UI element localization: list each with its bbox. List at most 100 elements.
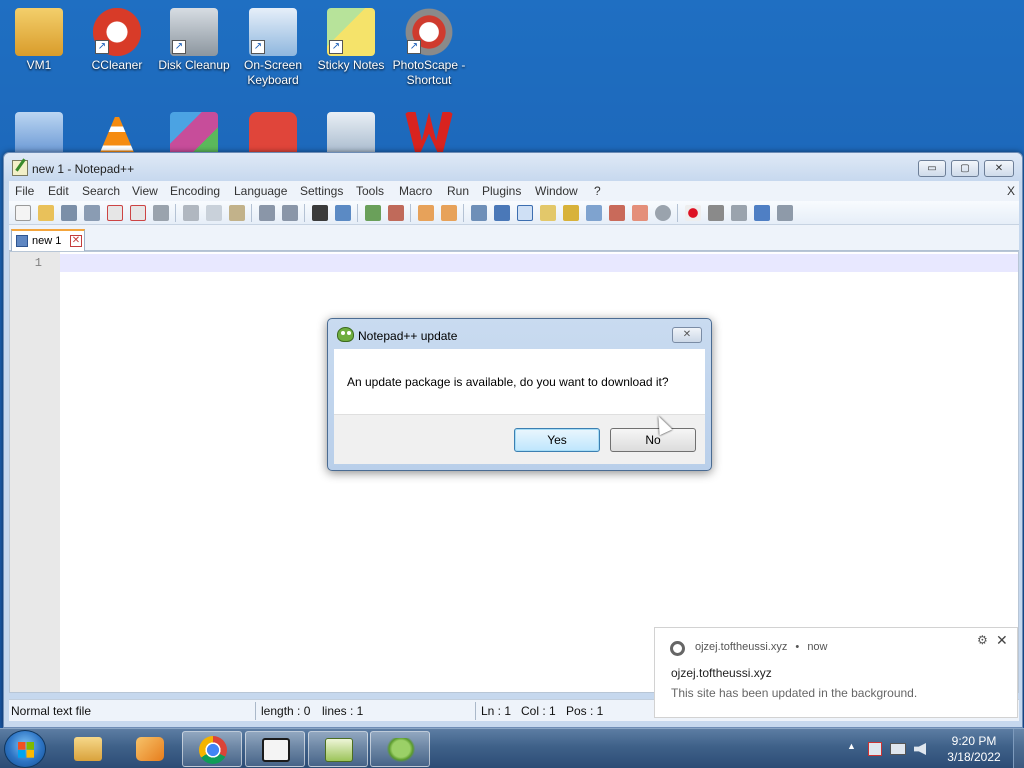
menu-view[interactable]: View [132,184,158,198]
dialog-button-area: Yes No [334,414,705,464]
folder-as-workspace-icon[interactable] [609,205,625,221]
record-macro-icon[interactable] [685,205,701,221]
monitoring-icon[interactable] [632,205,648,221]
desktop-icon-disk-cleanup[interactable]: ↗ Disk Cleanup [155,8,233,73]
save-icon[interactable] [61,205,77,221]
status-separator [255,702,256,720]
no-button[interactable]: No [610,428,696,452]
menu-plugins[interactable]: Plugins [482,184,521,198]
network-icon[interactable] [890,743,906,755]
unsaved-file-icon [16,235,28,247]
document-map-icon[interactable] [563,205,579,221]
notification-close-icon[interactable]: ✕ [996,632,1008,649]
print-icon[interactable] [153,205,169,221]
notification-settings-icon[interactable]: ⚙ [977,633,988,647]
desktop-icon-on-screen-keyboard[interactable]: ↗ On-Screen Keyboard [234,8,312,88]
indent-guide-icon[interactable] [517,205,533,221]
close-all-icon[interactable] [130,205,146,221]
menu-macro[interactable]: Macro [399,184,432,198]
toolbar-separator [304,204,305,222]
toolbar-separator [357,204,358,222]
desktop-icon-vm1[interactable]: VM1 [0,8,78,73]
media-player-icon [136,737,164,761]
menu-encoding[interactable]: Encoding [170,184,220,198]
clock-date[interactable]: 3/18/2022 [944,750,1004,764]
clock-time[interactable]: 9:20 PM [946,734,1002,748]
notification-title: ojzej.toftheussi.xyz [671,666,772,680]
desktop-icon-sticky-notes[interactable]: ↗ Sticky Notes [312,8,390,73]
maximize-button[interactable]: ▢ [951,160,979,177]
paste-icon[interactable] [229,205,245,221]
language-define-icon[interactable] [540,205,556,221]
menu-edit[interactable]: Edit [48,184,69,198]
taskbar-media-player[interactable] [120,731,180,767]
desktop-icon-ccleaner[interactable]: ↗ CCleaner [78,8,156,73]
action-center-flag-icon[interactable] [868,742,882,756]
redo-icon[interactable] [282,205,298,221]
find-icon[interactable] [312,205,328,221]
close-window-button[interactable]: ✕ [984,160,1014,177]
title-bar[interactable]: new 1 - Notepad++ ▭ ▢ ✕ [4,153,1022,183]
zoom-in-icon[interactable] [365,205,381,221]
open-file-icon[interactable] [38,205,54,221]
taskbar-file-explorer[interactable] [58,731,118,767]
replace-icon[interactable] [335,205,351,221]
undo-icon[interactable] [259,205,275,221]
menu-tools[interactable]: Tools [356,184,384,198]
shortcut-arrow-icon: ↗ [172,40,186,54]
chrome-notification[interactable]: ojzej.toftheussi.xyz • now ⚙ ✕ ojzej.tof… [654,627,1018,718]
menu-language[interactable]: Language [234,184,287,198]
minimize-button[interactable]: ▭ [918,160,946,177]
desktop-icon-photoscape[interactable]: ↗ PhotoScape - Shortcut [390,8,468,88]
clipboard-history-icon[interactable] [655,205,671,221]
tab-new-1[interactable]: new 1 ✕ [11,229,85,251]
stop-recording-icon[interactable] [708,205,724,221]
status-column: Col : 1 [521,704,556,718]
current-line-highlight [60,254,1018,272]
sync-vertical-icon[interactable] [418,205,434,221]
cut-icon[interactable] [183,205,199,221]
line-number-gutter: 1 [10,252,60,692]
word-wrap-icon[interactable] [471,205,487,221]
sync-horizontal-icon[interactable] [441,205,457,221]
start-button[interactable] [4,730,46,768]
save-macro-icon[interactable] [777,205,793,221]
new-file-icon[interactable] [15,205,31,221]
status-lines: lines : 1 [322,704,364,718]
tab-label: new 1 [32,235,62,247]
close-file-icon[interactable] [107,205,123,221]
show-all-characters-icon[interactable] [494,205,510,221]
taskbar-notepad-editor[interactable] [308,731,368,767]
tab-close-icon[interactable]: ✕ [70,235,82,247]
close-document-button[interactable]: X [1007,184,1015,198]
menu-window[interactable]: Window [535,184,578,198]
run-macro-multiple-icon[interactable] [754,205,770,221]
keyboard-icon: ↗ [249,8,297,56]
taskbar-chrome[interactable] [182,731,242,767]
dialog-close-button[interactable]: ✕ [672,327,702,343]
sticky-notes-icon: ↗ [327,8,375,56]
taskbar-notepadpp[interactable] [370,731,430,767]
show-desktop-button[interactable] [1013,729,1024,768]
save-all-icon[interactable] [84,205,100,221]
copy-icon[interactable] [206,205,222,221]
menu-search[interactable]: Search [82,184,120,198]
playback-macro-icon[interactable] [731,205,747,221]
volume-icon[interactable] [914,743,926,755]
show-hidden-icons-button[interactable]: ▲ [847,741,856,751]
ccleaner-icon: ↗ [93,8,141,56]
zoom-out-icon[interactable] [388,205,404,221]
toolbar-separator [463,204,464,222]
menu-run[interactable]: Run [447,184,469,198]
shortcut-arrow-icon: ↗ [251,40,265,54]
menu-settings[interactable]: Settings [300,184,343,198]
update-dialog: Notepad++ update ✕ An update package is … [327,318,712,471]
taskbar-7zip[interactable] [245,731,305,767]
notification-separator: • [795,641,800,653]
yes-button[interactable]: Yes [514,428,600,452]
menu-help[interactable]: ? [594,184,601,198]
menu-bar: File Edit Search View Encoding Language … [9,181,1019,201]
toolbar [9,201,1019,225]
function-list-icon[interactable] [586,205,602,221]
menu-file[interactable]: File [15,184,34,198]
